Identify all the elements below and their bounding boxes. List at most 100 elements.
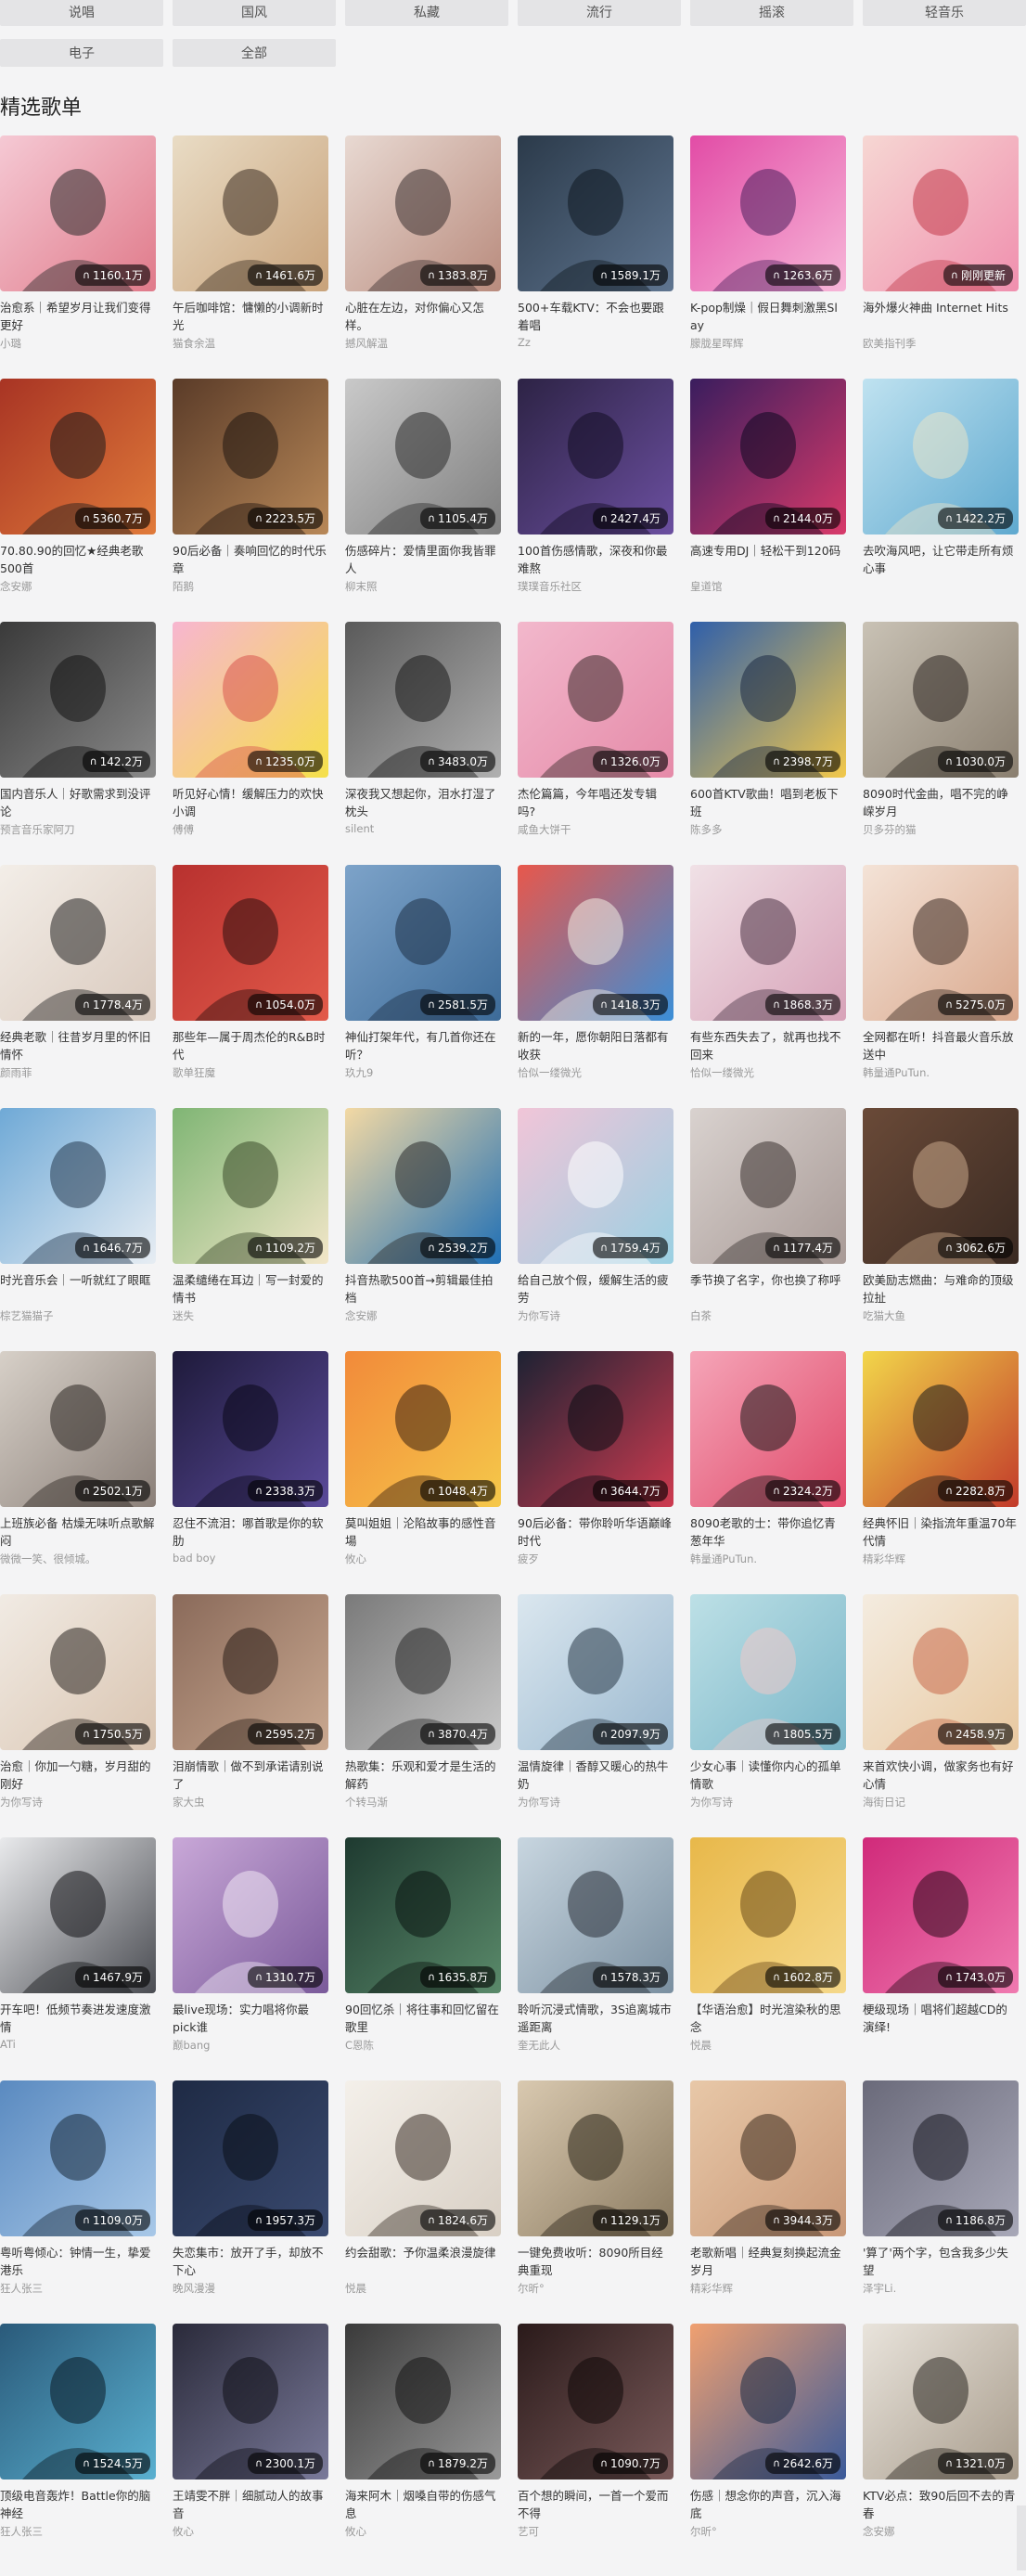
playlist-card[interactable]: ∩ 1105.4万 伤感碎片：爱情里面你我皆罪人 柳末照 — [345, 379, 501, 611]
playlist-author[interactable]: 为你写诗 — [518, 1308, 673, 1323]
playlist-title[interactable]: 国内音乐人｜好歌需求到没评论 — [0, 785, 156, 820]
playlist-cover[interactable]: ∩ 1868.3万 — [690, 865, 846, 1021]
playlist-card[interactable]: ∩ 1422.2万 去吹海风吧，让它带走所有烦心事 — [863, 379, 1019, 611]
playlist-card[interactable]: ∩ 1635.8万 90回忆杀｜将往事和回忆留在歌里 C恩陈 — [345, 1837, 501, 2069]
playlist-cover[interactable]: ∩ 142.2万 — [0, 622, 156, 778]
playlist-title[interactable]: 时光音乐会｜一听就红了眼眶 — [0, 1271, 156, 1307]
playlist-card[interactable]: ∩ 1602.8万 【华语治愈】时光渲染秋的思念 悦晨 — [690, 1837, 846, 2069]
playlist-cover[interactable]: ∩ 3870.4万 — [345, 1594, 501, 1750]
playlist-cover[interactable]: ∩ 5275.0万 — [863, 865, 1019, 1021]
playlist-author[interactable]: 迷失 — [173, 1308, 328, 1323]
playlist-card[interactable]: ∩ 1589.1万 500+车载KTV：不会也要跟着唱 Zz — [518, 135, 673, 367]
playlist-author[interactable]: 朦胧星晖辉 — [690, 336, 846, 351]
playlist-card[interactable]: ∩ 2144.0万 高速专用DJ｜轻松干到120码 皇道馆 — [690, 379, 846, 611]
playlist-cover[interactable]: ∩ 1778.4万 — [0, 865, 156, 1021]
playlist-card[interactable]: ∩ 2398.7万 600首KTV歌曲！唱到老板下班 陈多多 — [690, 622, 846, 854]
playlist-card[interactable]: ∩ 1879.2万 海来阿木｜烟嗓自带的伤感气息 攸心 — [345, 2324, 501, 2556]
playlist-card[interactable]: ∩ 1030.0万 8090时代金曲，唱不完的峥嵘岁月 贝多芬的猫 — [863, 622, 1019, 854]
playlist-card[interactable]: ∩ 1129.1万 一键免费收听：8090所目经典重现 尔昕° — [518, 2080, 673, 2312]
playlist-cover[interactable]: ∩ 1383.8万 — [345, 135, 501, 291]
playlist-cover[interactable]: ∩ 2097.9万 — [518, 1594, 673, 1750]
playlist-card[interactable]: ∩ 2324.2万 8090老歌的士：带你追忆青葱年华 韩量通PuTun. — [690, 1351, 846, 1583]
playlist-author[interactable]: C恩陈 — [345, 2038, 501, 2053]
playlist-author[interactable]: 咸鱼大饼干 — [518, 822, 673, 837]
scrollbar[interactable] — [1017, 2505, 1026, 2570]
playlist-cover[interactable]: ∩ 1310.7万 — [173, 1837, 328, 1993]
playlist-author[interactable]: 欧美指刊季 — [863, 336, 1019, 351]
playlist-title[interactable]: 伤感｜想念你的声音，沉入海底 — [690, 2487, 846, 2522]
playlist-author[interactable]: 颜雨菲 — [0, 1065, 156, 1080]
playlist-title[interactable]: 经典怀旧｜染指流年重温70年代情 — [863, 1514, 1019, 1550]
playlist-author[interactable]: 晚风漫漫 — [173, 2281, 328, 2296]
playlist-title[interactable]: 百个想的瞬间，一首一个爱而不得 — [518, 2487, 673, 2522]
playlist-title[interactable]: 老歌新唱｜经典复刻换起流金岁月 — [690, 2244, 846, 2279]
playlist-title[interactable]: 忍住不流泪：哪首歌是你的软肋 — [173, 1514, 328, 1550]
playlist-title[interactable]: 最live现场：实力唱将你最pick谁 — [173, 2001, 328, 2036]
playlist-author[interactable]: 韩量通PuTun. — [863, 1065, 1019, 1080]
playlist-author[interactable]: 吃猫大鱼 — [863, 1308, 1019, 1323]
playlist-title[interactable]: 90后必备｜奏响回忆的时代乐章 — [173, 542, 328, 577]
playlist-title[interactable]: 少女心事｜读懂你内心的孤单情歌 — [690, 1758, 846, 1793]
playlist-card[interactable]: ∩ 1235.0万 听见好心情！缓解压力的欢快小调 傅傅 — [173, 622, 328, 854]
playlist-card[interactable]: ∩ 2539.2万 抖音热歌500首→剪辑最佳拍档 念安娜 — [345, 1108, 501, 1340]
playlist-card[interactable]: ∩ 1957.3万 失恋集市：放开了手，却放不下心 晚风漫漫 — [173, 2080, 328, 2312]
playlist-cover[interactable]: ∩ 2338.3万 — [173, 1351, 328, 1507]
playlist-cover[interactable]: ∩ 2398.7万 — [690, 622, 846, 778]
playlist-author[interactable]: 攸心 — [173, 2524, 328, 2539]
playlist-title[interactable]: 全网都在听！抖音最火音乐放送中 — [863, 1028, 1019, 1063]
playlist-cover[interactable]: ∩ 2282.8万 — [863, 1351, 1019, 1507]
playlist-author[interactable]: 猫食余温 — [173, 336, 328, 351]
playlist-cover[interactable]: ∩ 1635.8万 — [345, 1837, 501, 1993]
playlist-author[interactable]: 预言音乐家阿刀 — [0, 822, 156, 837]
playlist-author[interactable]: 狂人张三 — [0, 2524, 156, 2539]
playlist-cover[interactable]: ∩ 1105.4万 — [345, 379, 501, 535]
playlist-author[interactable]: 傅傅 — [173, 822, 328, 837]
playlist-card[interactable]: ∩ 3870.4万 热歌集：乐观和爱才是生活的解药 个转马渐 — [345, 1594, 501, 1826]
playlist-card[interactable]: ∩ 刚刚更新 海外爆火神曲 Internet Hits 欧美指刊季 — [863, 135, 1019, 367]
playlist-author[interactable]: 奎无此人 — [518, 2038, 673, 2053]
playlist-card[interactable]: ∩ 1778.4万 经典老歌｜往昔岁月里的怀旧情怀 颜雨菲 — [0, 865, 156, 1097]
playlist-cover[interactable]: ∩ 1054.0万 — [173, 865, 328, 1021]
playlist-author[interactable]: 玖九9 — [345, 1065, 501, 1080]
playlist-author[interactable]: 艺可 — [518, 2524, 673, 2539]
playlist-title[interactable]: 欧美励志燃曲：与难命的顶级拉扯 — [863, 1271, 1019, 1307]
playlist-cover[interactable]: ∩ 1750.5万 — [0, 1594, 156, 1750]
playlist-title[interactable]: 8090老歌的士：带你追忆青葱年华 — [690, 1514, 846, 1550]
playlist-title[interactable]: 季节换了名字，你也换了称呼 — [690, 1271, 846, 1307]
playlist-cover[interactable]: ∩ 3944.3万 — [690, 2080, 846, 2236]
tag-button[interactable]: 全部 — [173, 39, 336, 67]
playlist-author[interactable]: 精彩华辉 — [690, 2281, 846, 2296]
playlist-cover[interactable]: ∩ 2427.4万 — [518, 379, 673, 535]
playlist-author[interactable]: 尔昕° — [690, 2524, 846, 2539]
playlist-card[interactable]: ∩ 2502.1万 上班族必备 枯燥无味听点歌解闷 微微一笑、很倾城。 — [0, 1351, 156, 1583]
playlist-cover[interactable]: ∩ 3644.7万 — [518, 1351, 673, 1507]
playlist-card[interactable]: ∩ 1578.3万 聆听沉浸式情歌，3S追离城市遥距离 奎无此人 — [518, 1837, 673, 2069]
playlist-author[interactable]: 念安娜 — [0, 579, 156, 594]
tag-button[interactable]: 流行 — [518, 0, 681, 26]
playlist-author[interactable]: 海街日记 — [863, 1795, 1019, 1810]
playlist-cover[interactable]: ∩ 1090.7万 — [518, 2324, 673, 2479]
playlist-author[interactable]: 泽宇Li. — [863, 2281, 1019, 2296]
playlist-author[interactable]: 恰似一缕微光 — [690, 1065, 846, 1080]
playlist-author[interactable]: 巅bang — [173, 2038, 328, 2053]
playlist-card[interactable]: ∩ 1109.0万 粤听粤倾心：钟情一生，挚爱港乐 狂人张三 — [0, 2080, 156, 2312]
playlist-card[interactable]: ∩ 3062.6万 欧美励志燃曲：与难命的顶级拉扯 吃猫大鱼 — [863, 1108, 1019, 1340]
playlist-author[interactable]: 陈多多 — [690, 822, 846, 837]
playlist-author[interactable]: 陌鹅 — [173, 579, 328, 594]
playlist-card[interactable]: ∩ 2223.5万 90后必备｜奏响回忆的时代乐章 陌鹅 — [173, 379, 328, 611]
playlist-author[interactable]: 精彩华辉 — [863, 1552, 1019, 1566]
tag-button[interactable]: 电子 — [0, 39, 163, 67]
playlist-cover[interactable]: ∩ 1321.0万 — [863, 2324, 1019, 2479]
playlist-author[interactable]: 攸心 — [345, 2524, 501, 2539]
playlist-author[interactable]: 皇道馆 — [690, 579, 846, 594]
playlist-card[interactable]: ∩ 1186.8万 '算了'两个字，包含我多少失望 泽宇Li. — [863, 2080, 1019, 2312]
tag-button[interactable]: 摇滚 — [690, 0, 853, 26]
playlist-author[interactable]: 棕艺猫猫子 — [0, 1308, 156, 1323]
playlist-author[interactable]: 家大虫 — [173, 1795, 328, 1810]
playlist-title[interactable]: 约会甜歌：予你温柔浪漫旋律 — [345, 2244, 501, 2279]
playlist-cover[interactable]: ∩ 2642.6万 — [690, 2324, 846, 2479]
playlist-cover[interactable]: ∩ 1418.3万 — [518, 865, 673, 1021]
playlist-author[interactable]: 柳末照 — [345, 579, 501, 594]
playlist-title[interactable]: 8090时代金曲，唱不完的峥嵘岁月 — [863, 785, 1019, 820]
playlist-card[interactable]: ∩ 2282.8万经典怀旧｜染指流年重温70年代情精彩华辉 — [863, 1351, 1019, 1583]
